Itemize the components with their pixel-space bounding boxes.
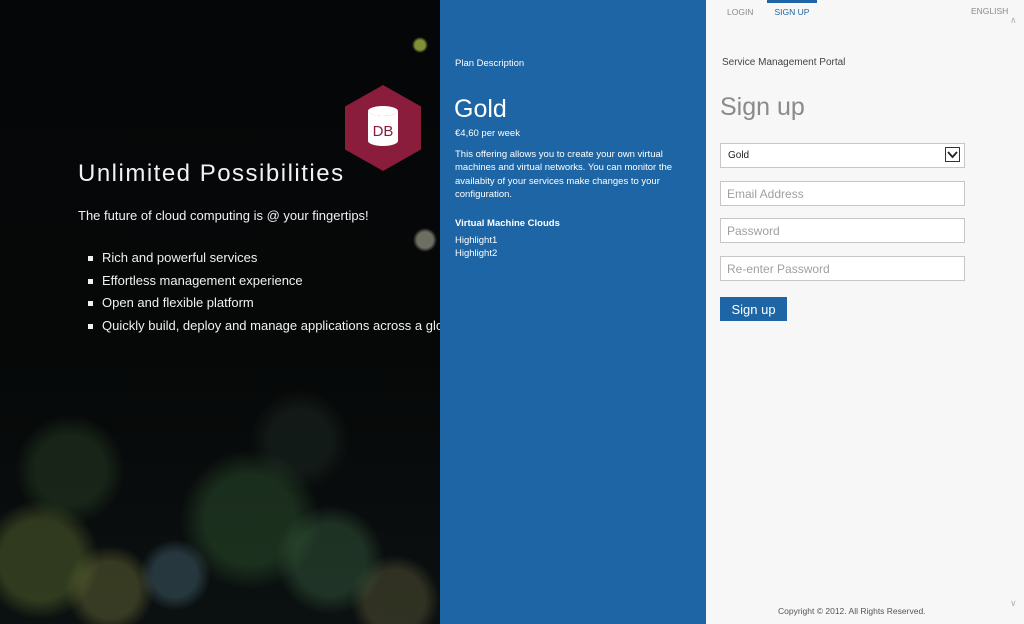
page-title: Sign up [720, 93, 805, 121]
plan-highlight: Highlight2 [455, 248, 498, 259]
signup-panel: LOGIN SIGN UP ENGLISH ∧ Service Manageme… [706, 0, 1024, 624]
plan-panel: Plan Description Gold €4,60 per week Thi… [440, 0, 706, 624]
signup-button[interactable]: Sign up [720, 297, 787, 321]
scroll-down-icon[interactable]: ∨ [1010, 598, 1017, 609]
copyright: Copyright © 2012. All Rights Reserved. [778, 606, 926, 616]
scroll-up-icon[interactable]: ∧ [1010, 15, 1017, 26]
plan-feature-title: Virtual Machine Clouds [455, 218, 560, 229]
feature-item: Quickly build, deploy and manage applica… [88, 318, 440, 341]
language-selector[interactable]: ENGLISH [971, 6, 1008, 16]
feature-item: Open and flexible platform [88, 295, 440, 318]
plan-select-value: Gold [728, 150, 750, 161]
plan-select[interactable]: Gold [720, 143, 965, 168]
database-icon-label: DB [373, 123, 394, 140]
confirm-password-field[interactable] [720, 256, 965, 281]
chevron-down-icon[interactable] [945, 147, 960, 162]
email-field[interactable] [720, 181, 965, 206]
plan-description: This offering allows you to create your … [455, 149, 673, 200]
tab-login[interactable]: LOGIN [727, 0, 753, 20]
hero-panel: DB Unlimited Possibilities The future of… [0, 0, 440, 624]
plan-highlight: Highlight1 [455, 235, 498, 246]
plan-section-label: Plan Description [455, 58, 525, 69]
database-icon: DB [345, 85, 421, 171]
hero-title: Unlimited Possibilities [78, 160, 345, 187]
portal-name: Service Management Portal [722, 57, 846, 68]
feature-list: Rich and powerful services Effortless ma… [88, 250, 440, 341]
hero-subtitle: The future of cloud computing is @ your … [78, 208, 369, 223]
plan-name: Gold [454, 95, 507, 123]
plan-price: €4,60 per week [455, 128, 520, 139]
feature-item: Rich and powerful services [88, 250, 440, 273]
feature-item: Effortless management experience [88, 273, 440, 296]
password-field[interactable] [720, 218, 965, 243]
tab-signup[interactable]: SIGN UP [767, 0, 817, 20]
